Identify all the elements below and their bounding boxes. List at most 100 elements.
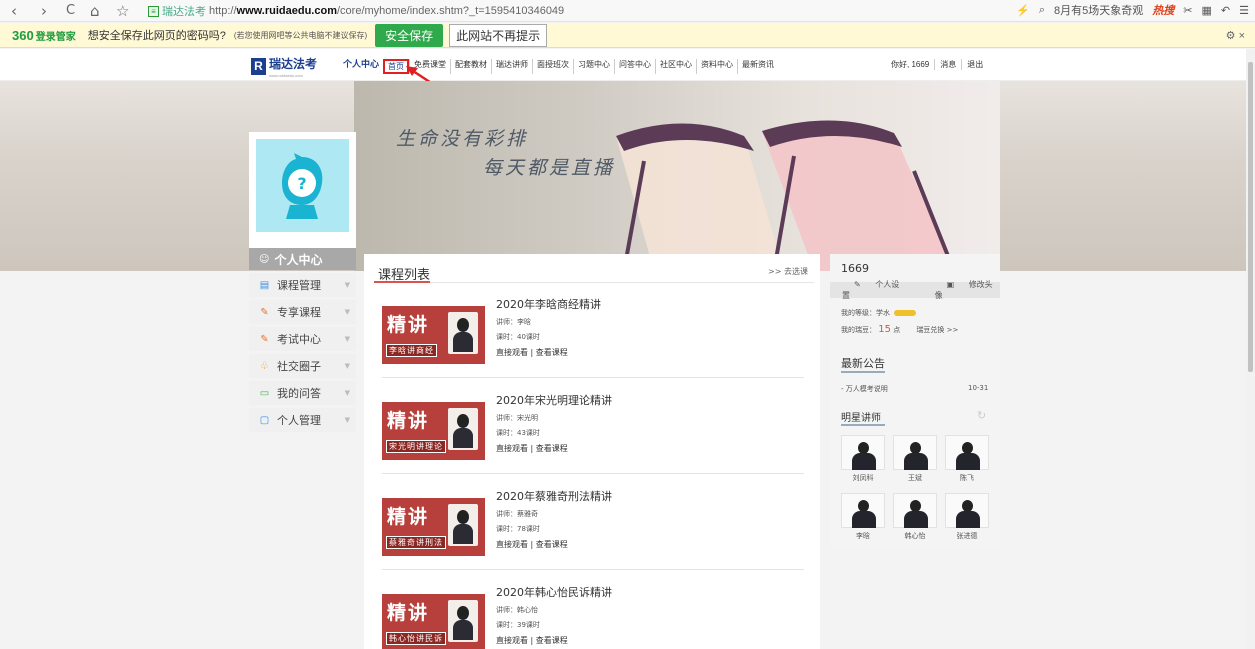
grid-icon[interactable]: ▦ bbox=[1202, 4, 1212, 17]
teacher-name: 张进德 bbox=[956, 532, 978, 540]
thumbnail-title: 精讲 bbox=[387, 602, 430, 624]
star-teachers-title: 明星讲师 bbox=[841, 413, 881, 424]
menu-title: 个人中心 bbox=[274, 252, 323, 267]
teacher-photo bbox=[841, 435, 885, 470]
teacher-card[interactable]: 王斌 bbox=[893, 435, 937, 483]
star-teachers-underline bbox=[841, 424, 885, 426]
notice-underline bbox=[841, 371, 885, 373]
watch-link[interactable]: 直接观看 bbox=[496, 348, 528, 357]
course-hours: 课时：39课时 bbox=[496, 621, 540, 629]
course-name[interactable]: 2020年李晗商经精讲 bbox=[496, 296, 601, 312]
scissors-icon[interactable]: ✂ bbox=[1183, 4, 1192, 17]
save-password-question: 想安全保存此网页的密码吗? bbox=[87, 30, 226, 42]
nav-community[interactable]: 社区中心 bbox=[655, 59, 696, 74]
scrollbar-thumb[interactable] bbox=[1248, 62, 1253, 372]
menu-header[interactable]: ☺ 个人中心 bbox=[249, 248, 356, 270]
choose-course-link[interactable]: >> 去选课 bbox=[768, 266, 808, 277]
settings-label: 个人设置 bbox=[842, 280, 900, 300]
course-thumbnail[interactable]: 精讲 韩心怡讲民诉 bbox=[382, 594, 485, 649]
teacher-card[interactable]: 陈飞 bbox=[945, 435, 989, 483]
avatar[interactable]: ? bbox=[256, 139, 349, 232]
safe-save-button[interactable]: 安全保存 bbox=[375, 23, 444, 47]
menu-item-exam-center[interactable]: ✎ 考试中心 ▼ bbox=[249, 327, 356, 351]
watch-link[interactable]: 直接观看 bbox=[496, 444, 528, 453]
brand-name: 瑞达法考 bbox=[269, 57, 318, 71]
view-course-link[interactable]: 查看课程 bbox=[536, 540, 568, 549]
brand-logo[interactable]: R 瑞达法考 www.ruidaedu.com bbox=[251, 55, 317, 78]
menu-item-course-manage[interactable]: ▤ 课程管理 ▼ bbox=[249, 273, 356, 297]
url-host: www.ruidaedu.com bbox=[236, 5, 337, 17]
messages-link[interactable]: 消息 bbox=[934, 59, 961, 70]
course-name[interactable]: 2020年宋光明理论精讲 bbox=[496, 392, 612, 408]
view-course-link[interactable]: 查看课程 bbox=[536, 636, 568, 645]
points-label: 我的瑞豆： bbox=[841, 326, 876, 334]
nav-qa[interactable]: 问答中心 bbox=[614, 59, 655, 74]
never-prompt-button[interactable]: 此网站不再提示 bbox=[449, 23, 548, 47]
address-bar[interactable]: ≡ 瑞达法考 http:// www.ruidaedu.com /core/my… bbox=[148, 2, 564, 20]
undo-icon[interactable]: ↶ bbox=[1221, 4, 1230, 17]
user-greeting[interactable]: 你好, 1669 bbox=[886, 59, 934, 70]
watch-link[interactable]: 直接观看 bbox=[496, 636, 528, 645]
save-password-note: (若您使用网吧等公共电脑不建议保存) bbox=[233, 30, 368, 40]
hot-search-label[interactable]: 热搜 bbox=[1152, 2, 1174, 18]
url-prefix: http:// bbox=[209, 5, 237, 17]
course-thumbnail[interactable]: 精讲 宋光明讲理论 bbox=[382, 402, 485, 460]
360-logo: 360 bbox=[12, 27, 34, 43]
view-course-link[interactable]: 查看课程 bbox=[536, 444, 568, 453]
teacher-card[interactable]: 刘凤科 bbox=[841, 435, 885, 483]
course-thumbnail[interactable]: 精讲 蔡雅奇讲刑法 bbox=[382, 498, 485, 556]
personal-manage-icon: ▢ bbox=[259, 414, 270, 426]
teacher-name: 王斌 bbox=[908, 474, 922, 482]
exchange-link[interactable]: 瑞豆兑换 >> bbox=[916, 326, 958, 334]
teacher-card[interactable]: 韩心怡 bbox=[893, 493, 937, 541]
bookmark-star-icon[interactable]: ☆ bbox=[116, 2, 129, 20]
course-teacher: 讲师：宋光明 bbox=[496, 414, 538, 422]
teacher-card[interactable]: 李晗 bbox=[841, 493, 885, 541]
level-badge-icon bbox=[894, 310, 916, 316]
refresh-icon[interactable]: ↻ bbox=[977, 409, 986, 422]
course-teacher: 讲师：韩心怡 bbox=[496, 606, 538, 614]
menu-icon[interactable]: ☰ bbox=[1239, 4, 1249, 17]
teacher-photo bbox=[893, 435, 937, 470]
home-icon[interactable]: ⌂ bbox=[90, 2, 100, 20]
refresh-icon[interactable]: C bbox=[66, 3, 75, 18]
course-name[interactable]: 2020年蔡雅奇刑法精讲 bbox=[496, 488, 612, 504]
course-divider bbox=[382, 377, 804, 378]
nav-teachers[interactable]: 瑞达讲师 bbox=[491, 59, 532, 74]
menu-item-personal-manage[interactable]: ▢ 个人管理 ▼ bbox=[249, 408, 356, 432]
settings-link[interactable]: ✎ 个人设置 bbox=[842, 279, 907, 301]
watch-link[interactable]: 直接观看 bbox=[496, 540, 528, 549]
nav-classes[interactable]: 面授班次 bbox=[532, 59, 573, 74]
teacher-name: 韩心怡 bbox=[904, 532, 926, 540]
menu-item-label: 课程管理 bbox=[277, 279, 321, 292]
view-course-link[interactable]: 查看课程 bbox=[536, 348, 568, 357]
teacher-card[interactable]: 张进德 bbox=[945, 493, 989, 541]
lightning-icon[interactable]: ⚡ bbox=[1016, 4, 1030, 17]
nav-exercises[interactable]: 习题中心 bbox=[573, 59, 614, 74]
bar-settings-close[interactable]: ⚙ × bbox=[1226, 29, 1245, 42]
course-name[interactable]: 2020年韩心怡民诉精讲 bbox=[496, 584, 612, 600]
nav-news[interactable]: 最新资讯 bbox=[737, 59, 778, 74]
course-hours: 课时：43课时 bbox=[496, 429, 540, 437]
nav-materials[interactable]: 资料中心 bbox=[696, 59, 737, 74]
search-icon[interactable]: ⌕ bbox=[1039, 4, 1045, 17]
menu-item-my-qa[interactable]: ▭ 我的问答 ▼ bbox=[249, 381, 356, 405]
url-path: /core/myhome/index.shtm?_t=1595410346049 bbox=[336, 5, 565, 17]
nav-personal-center[interactable]: 个人中心 bbox=[339, 59, 383, 74]
banner-slogan-line2: 每天都是直播 bbox=[483, 157, 616, 179]
course-thumbnail[interactable]: 精讲 李晗讲商经 bbox=[382, 306, 485, 364]
brand-url: www.ruidaedu.com bbox=[269, 73, 303, 78]
back-icon[interactable]: ‹ bbox=[11, 2, 17, 20]
logout-link[interactable]: 退出 bbox=[961, 59, 988, 70]
menu-item-exclusive-courses[interactable]: ✎ 专享课程 ▼ bbox=[249, 300, 356, 324]
menu-item-social-circle[interactable]: ♧ 社交圈子 ▼ bbox=[249, 354, 356, 378]
browser-search-box[interactable]: 8月有5场天象奇观 bbox=[1054, 2, 1143, 18]
forward-icon[interactable]: › bbox=[41, 2, 47, 20]
brand-mark-icon: R bbox=[251, 58, 266, 75]
nav-textbooks[interactable]: 配套教材 bbox=[450, 59, 491, 74]
course-item: 精讲 韩心怡讲民诉 2020年韩心怡民诉精讲 讲师：韩心怡 课时：39课时 直接… bbox=[382, 582, 804, 649]
edit-avatar-link[interactable]: ▣ 修改头像 bbox=[935, 279, 1000, 301]
notice-item[interactable]: - 万人模考说明 bbox=[841, 384, 888, 394]
teacher-photo bbox=[448, 504, 478, 546]
course-actions: 直接观看 | 查看课程 bbox=[496, 347, 568, 358]
